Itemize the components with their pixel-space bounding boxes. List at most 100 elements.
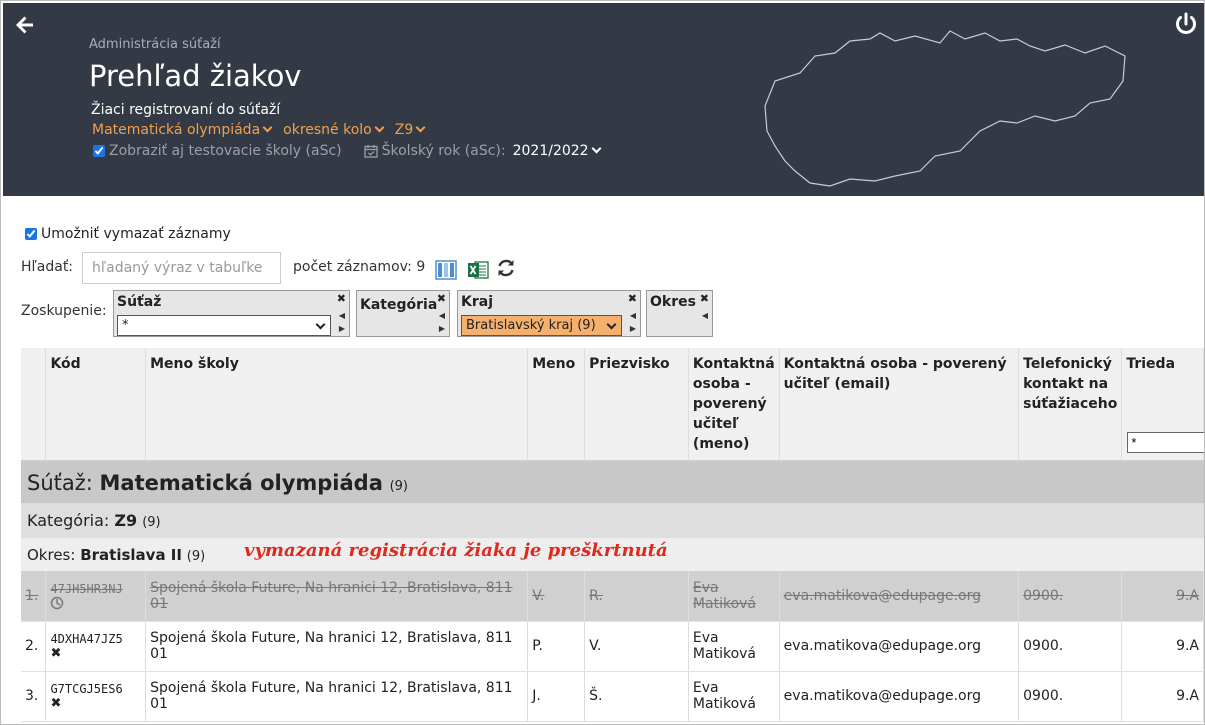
allow-delete-label: Umožniť vymazať záznamy (41, 226, 231, 242)
column-header-code[interactable]: Kód (45, 348, 147, 462)
group-box-sutaz: Súťaž ✖ ◀ ▶ * (113, 290, 350, 337)
column-header-teacher-email[interactable]: Kontaktná osoba - poverený učiteľ (email… (779, 348, 1020, 462)
competition-dropdown[interactable]: Matematická olympiáda (92, 122, 273, 138)
slovakia-map-outline-icon (764, 30, 1126, 187)
chevron-down-icon (315, 319, 326, 329)
move-left-icon[interactable]: ◀ (439, 311, 445, 320)
competition-label: Matematická olympiáda (92, 122, 261, 138)
group-row-competition[interactable]: Súťaž: Matematická olympiáda (9) (21, 461, 1204, 503)
move-right-icon[interactable]: ▶ (339, 324, 345, 333)
first-name-cell: P. (527, 621, 586, 672)
breadcrumb: Administrácia súťaží (89, 37, 221, 52)
registration-code: 47JH5HR3NJ (50, 581, 123, 596)
remove-group-icon[interactable]: ✖ (437, 292, 446, 305)
group-name: Bratislava II (80, 545, 182, 564)
group-count: (9) (142, 515, 161, 530)
move-right-icon[interactable]: ▶ (630, 324, 636, 333)
teacher-name-cell: Eva Matiková (688, 571, 780, 622)
refresh-icon[interactable] (495, 257, 517, 279)
annotation-note: vymazaná registrácia žiaka je preškrtnut… (244, 540, 668, 561)
phone-cell: 0900. (1018, 571, 1123, 622)
allow-delete-checkbox[interactable] (25, 228, 37, 240)
record-count: počet záznamov: 9 (293, 259, 426, 275)
group-box-title: Súťaž (117, 294, 162, 310)
table-row[interactable]: 2. 4DXHA47JZ5 ✖ Spojená škola Future, Na… (21, 621, 1204, 672)
phone-cell: 0900. (1018, 671, 1123, 722)
page-title: Prehľad žiakov (89, 59, 302, 93)
grouping-label: Zoskupenie: (21, 303, 107, 319)
school-cell: Spojená škola Future, Na hranici 12, Bra… (145, 671, 529, 722)
group-box-okres: Okres ✖ ◀ (646, 290, 713, 337)
category-label: Z9 (394, 122, 414, 138)
group-prefix: Kategória: (27, 511, 110, 530)
back-arrow-icon[interactable] (13, 13, 37, 37)
column-header-last-name[interactable]: Priezvisko (584, 348, 689, 462)
remove-group-icon[interactable]: ✖ (628, 292, 637, 305)
column-header-first-name[interactable]: Meno (527, 348, 586, 462)
school-cell: Spojená škola Future, Na hranici 12, Bra… (145, 571, 529, 622)
students-table: Kód Meno školy Meno Priezvisko Kontaktná… (21, 348, 1204, 722)
calendar-icon (363, 145, 378, 158)
school-year-label: Školský rok (aSc): (381, 143, 506, 159)
row-number: 1. (21, 571, 47, 622)
columns-icon[interactable] (435, 259, 457, 281)
chevron-down-icon (374, 122, 385, 133)
options-row: Zobraziť aj testovacie školy (aSc) Škols… (93, 143, 602, 159)
column-header-number[interactable] (21, 348, 47, 462)
move-left-icon[interactable]: ◀ (630, 311, 636, 320)
group-box-kraj: Kraj ✖ ◀ ▶ Bratislavský kraj (9) (457, 290, 641, 337)
search-input[interactable] (82, 252, 281, 284)
delete-icon[interactable]: ✖ (50, 696, 141, 711)
class-cell: 9.A (1121, 671, 1204, 722)
teacher-name-cell: Eva Matiková (688, 671, 780, 722)
app-window: Administrácia súťaží Prehľad žiakov Žiac… (0, 0, 1205, 725)
first-name-cell: J. (527, 671, 586, 722)
first-name-cell: V. (527, 571, 586, 622)
class-cell: 9.A (1121, 571, 1204, 622)
remove-group-icon[interactable]: ✖ (337, 292, 346, 305)
chevron-down-icon (415, 122, 426, 133)
group-filter-select[interactable]: Bratislavský kraj (9) (461, 315, 622, 336)
competition-filters: Matematická olympiáda okresné kolo Z9 (92, 122, 426, 138)
table-row[interactable]: 1. 47JH5HR3NJ Spojená škola Future, Na h… (21, 571, 1204, 622)
delete-icon[interactable]: ✖ (50, 646, 141, 661)
move-left-icon[interactable]: ◀ (702, 311, 708, 320)
table-header-row: Kód Meno školy Meno Priezvisko Kontaktná… (21, 348, 1204, 462)
power-icon[interactable] (1174, 12, 1198, 36)
group-prefix: Okres: (27, 545, 76, 564)
move-left-icon[interactable]: ◀ (339, 311, 345, 320)
class-filter-input[interactable] (1127, 432, 1204, 453)
header-banner: Administrácia súťaží Prehľad žiakov Žiac… (3, 3, 1204, 196)
row-number: 3. (21, 671, 47, 722)
group-filter-select[interactable]: * (117, 315, 331, 336)
column-header-class[interactable]: Trieda (1121, 348, 1204, 462)
last-name-cell: V. (584, 621, 689, 672)
restore-icon[interactable] (50, 596, 64, 610)
school-year-dropdown[interactable]: 2021/2022 (513, 143, 602, 159)
chevron-down-icon (262, 122, 273, 133)
group-box-title: Okres (650, 294, 696, 310)
category-dropdown[interactable]: Z9 (395, 122, 427, 138)
teacher-email-cell: eva.matikova@edupage.org (779, 671, 1020, 722)
excel-export-icon[interactable] (467, 259, 489, 281)
move-right-icon[interactable]: ▶ (439, 324, 445, 333)
round-label: okresné kolo (283, 122, 372, 138)
group-box-title: Kraj (461, 294, 493, 310)
column-header-teacher-name[interactable]: Kontaktná osoba - poverený učiteľ (meno) (688, 348, 780, 462)
allow-delete-option: Umožniť vymazať záznamy (25, 226, 231, 242)
class-cell: 9.A (1121, 621, 1204, 672)
round-dropdown[interactable]: okresné kolo (283, 122, 385, 138)
group-row-category[interactable]: Kategória: Z9 (9) (21, 503, 1204, 538)
table-row[interactable]: 3. G7TCGJ5ES6 ✖ Spojená škola Future, Na… (21, 671, 1204, 722)
registration-code: 4DXHA47JZ5 (50, 631, 123, 646)
chevron-down-icon (591, 143, 602, 154)
last-name-cell: Š. (584, 671, 689, 722)
teacher-email-cell: eva.matikova@edupage.org (779, 571, 1020, 622)
column-header-phone[interactable]: Telefonický kontakt na súťažiaceho (1018, 348, 1123, 462)
column-header-class-label: Trieda (1126, 356, 1176, 372)
column-header-school[interactable]: Meno školy (145, 348, 529, 462)
group-box-title: Kategória (360, 297, 438, 313)
code-cell: 47JH5HR3NJ (45, 571, 147, 622)
remove-group-icon[interactable]: ✖ (700, 292, 709, 305)
show-test-schools-checkbox[interactable] (93, 145, 105, 157)
